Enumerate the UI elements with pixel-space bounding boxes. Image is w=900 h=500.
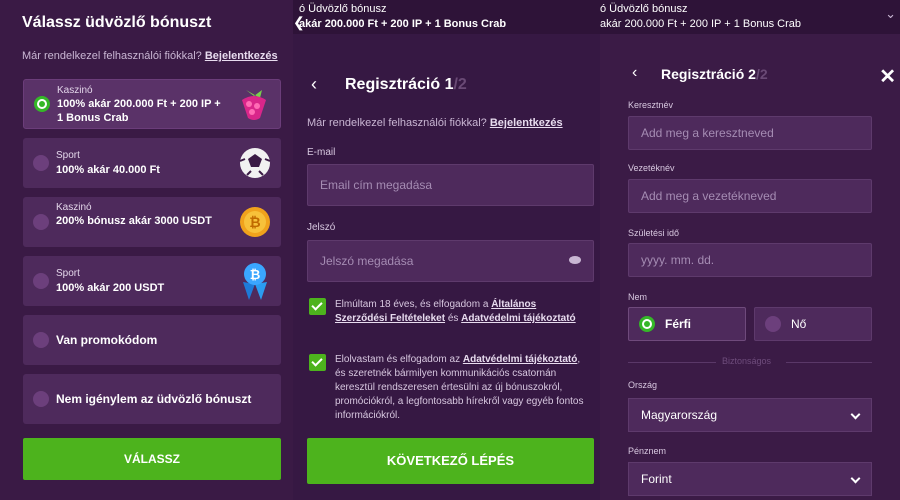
dob-field[interactable]: yyyy. mm. dd. <box>628 243 872 277</box>
currency-label: Pénznem <box>628 446 667 456</box>
currency-select[interactable]: Forint <box>628 462 872 496</box>
bonus-category: Sport <box>56 268 80 279</box>
password-label: Jelszó <box>307 222 336 233</box>
bitcoin-crystal-icon: ₿ <box>243 263 267 300</box>
bonus-option-casino-200k[interactable]: Kaszinó 100% akár 200.000 Ft + 200 IP + … <box>23 79 281 129</box>
eye-icon[interactable] <box>569 256 581 264</box>
divider <box>786 362 872 363</box>
divider <box>628 362 716 363</box>
first-name-field[interactable]: Add meg a keresztneved <box>628 116 872 150</box>
chevron-down-icon <box>850 473 861 484</box>
marketing-checkbox[interactable] <box>309 354 326 371</box>
no-bonus-option[interactable]: Nem igénylem az üdvözlő bónuszt <box>23 374 281 424</box>
country-select[interactable]: Magyarország <box>628 398 872 432</box>
radio-unselected[interactable] <box>33 155 49 171</box>
radio-unselected[interactable] <box>765 316 781 332</box>
secure-divider-label: Biztonságos <box>722 356 772 366</box>
bonus-option-sport-usdt[interactable]: Sport 100% akár 200 USDT ₿ <box>23 256 281 306</box>
radio-selected[interactable] <box>639 316 655 332</box>
back-arrow-icon[interactable]: ‹ <box>632 64 637 82</box>
age-terms-checkbox[interactable] <box>309 298 326 315</box>
registration-step1-panel: ó Üdvözlő bónusz akár 200.000 Ft + 200 I… <box>293 0 600 500</box>
last-name-field[interactable]: Add meg a vezetékneved <box>628 179 872 213</box>
radio-unselected[interactable] <box>33 332 49 348</box>
promo-code-option[interactable]: Van promokódom <box>23 315 281 365</box>
bonus-label: 100% akár 40.000 Ft <box>56 164 160 176</box>
password-field[interactable]: Jelszó megadása <box>307 240 594 282</box>
bonus-strip: ó Üdvözlő bónusz akár 200.000 Ft + 200 I… <box>600 0 900 34</box>
promo-code-label: Van promokódom <box>56 333 158 347</box>
country-label: Ország <box>628 380 658 390</box>
dob-label: Születési idő <box>628 228 680 238</box>
last-name-label: Vezetéknév <box>628 163 675 173</box>
email-label: E-mail <box>307 147 336 158</box>
close-icon[interactable]: ✕ <box>879 64 896 89</box>
radio-unselected[interactable] <box>33 273 49 289</box>
gender-male-option[interactable]: Férfi <box>628 307 746 341</box>
back-arrow-icon[interactable]: ‹ <box>311 74 317 95</box>
login-prompt: Már rendelkezel felhasználói fiókkal? Be… <box>22 50 278 62</box>
gender-label: Nem <box>628 292 648 302</box>
choose-button[interactable]: VÁLASSZ <box>23 438 281 480</box>
age-terms-text: Elmúltam 18 éves, és elfogadom a Általán… <box>335 299 576 324</box>
raspberry-icon <box>242 90 266 120</box>
bonus-strip: ó Üdvözlő bónusz akár 200.000 Ft + 200 I… <box>293 0 600 34</box>
chevron-down-icon[interactable]: ⌄ <box>885 6 896 22</box>
bonus-option-casino-usdt[interactable]: Kaszinó 200% bónusz akár 3000 USDT ₿ <box>23 197 281 247</box>
svg-text:₿: ₿ <box>250 268 261 283</box>
page-title: Regisztráció 1/2 <box>345 76 467 93</box>
bonus-label: 100% akár 200 USDT <box>56 282 165 294</box>
radio-unselected[interactable] <box>33 214 49 230</box>
bitcoin-coin-icon: ₿ <box>240 207 270 237</box>
bonus-label: 100% akár 200.000 Ft + 200 IP + 1 Bonus … <box>57 98 221 124</box>
no-bonus-label: Nem igénylem az üdvözlő bónuszt <box>56 392 252 406</box>
chevron-left-icon[interactable]: ❮ <box>293 14 305 31</box>
bonus-category: Kaszinó <box>57 85 93 96</box>
chevron-down-icon <box>850 409 861 420</box>
bonus-label: 200% bónusz akár 3000 USDT <box>56 215 212 227</box>
bonus-select-panel: Válassz üdvözlő bónuszt Már rendelkezel … <box>0 0 300 500</box>
soccer-ball-icon <box>239 148 271 178</box>
privacy-link-2[interactable]: Adatvédelmi tájékoztató <box>463 354 577 365</box>
bonus-category: Kaszinó <box>56 202 92 213</box>
login-prompt: Már rendelkezel felhasználói fiókkal? Be… <box>307 117 563 129</box>
gender-female-option[interactable]: Nő <box>754 307 872 341</box>
bonus-category: Sport <box>56 150 80 161</box>
page-title: Válassz üdvözlő bónuszt <box>22 14 212 31</box>
bonus-option-sport-40k[interactable]: Sport 100% akár 40.000 Ft <box>23 138 281 188</box>
svg-text:₿: ₿ <box>249 215 260 231</box>
login-link[interactable]: Bejelentkezés <box>205 50 278 62</box>
registration-step2-panel: ó Üdvözlő bónusz akár 200.000 Ft + 200 I… <box>600 0 900 500</box>
page-title: Regisztráció 2/2 <box>661 66 768 82</box>
next-step-button[interactable]: KÖVETKEZŐ LÉPÉS <box>307 438 594 484</box>
email-field[interactable]: Email cím megadása <box>307 164 594 206</box>
radio-selected[interactable] <box>34 96 50 112</box>
first-name-label: Keresztnév <box>628 100 674 110</box>
login-link[interactable]: Bejelentkezés <box>490 117 563 129</box>
marketing-text: Elolvastam és elfogadom az Adatvédelmi t… <box>335 354 584 421</box>
radio-unselected[interactable] <box>33 391 49 407</box>
privacy-link[interactable]: Adatvédelmi tájékoztató <box>461 313 575 324</box>
